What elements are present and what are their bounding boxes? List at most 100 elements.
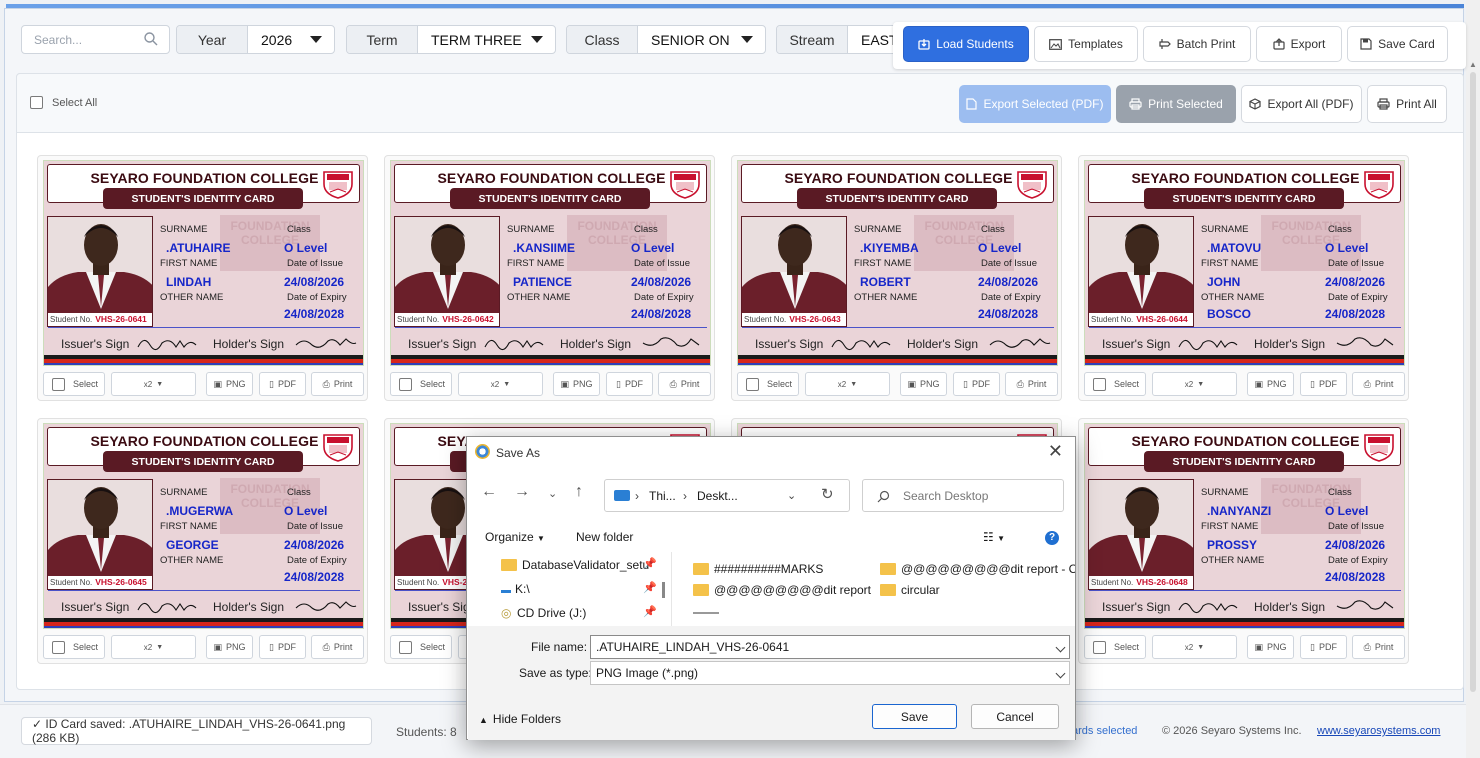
- card-select-checkbox[interactable]: Select: [390, 372, 452, 396]
- breadcrumb-this-pc[interactable]: Thi...: [649, 489, 676, 503]
- card-pdf-button[interactable]: ▯PDF: [1300, 372, 1347, 396]
- load-students-button[interactable]: Load Students: [903, 26, 1029, 62]
- up-arrow-icon[interactable]: ↑: [575, 483, 583, 501]
- address-bar[interactable]: › Thi... › Deskt... ⌄: [604, 479, 850, 512]
- hide-folders-toggle[interactable]: ▲ Hide Folders: [479, 712, 561, 726]
- export-selected-button[interactable]: Export Selected (PDF): [959, 85, 1111, 123]
- id-card-preview[interactable]: SEYARO FOUNDATION COLLEGE STUDENT'S IDENT…: [1084, 423, 1405, 629]
- file-item[interactable]: ##########MARKS: [693, 562, 823, 576]
- card-print-button[interactable]: ⎙Print: [1352, 372, 1405, 396]
- card-png-button[interactable]: ▣ PNG: [553, 372, 600, 396]
- card-png-button[interactable]: ▣ PNG: [1247, 635, 1294, 659]
- card-print-button[interactable]: ⎙Print: [311, 635, 364, 659]
- organize-menu[interactable]: Organize ▼: [485, 530, 545, 544]
- term-select[interactable]: TERM THREE: [418, 26, 555, 53]
- card-select-checkbox[interactable]: Select: [390, 635, 452, 659]
- copies-dropdown[interactable]: x2▼: [805, 372, 890, 396]
- card-select-box[interactable]: [746, 377, 759, 391]
- copies-dropdown[interactable]: x2▼: [111, 372, 196, 396]
- nav-item-k-drive[interactable]: ▬ K:\: [501, 582, 530, 596]
- save-button[interactable]: Save: [872, 704, 957, 729]
- year-select[interactable]: 2026: [248, 26, 334, 53]
- help-icon[interactable]: ?: [1045, 531, 1059, 545]
- search-input[interactable]: Search...: [21, 25, 170, 54]
- card-print-button[interactable]: ⎙Print: [658, 372, 711, 396]
- card-pdf-button[interactable]: ▯PDF: [1300, 635, 1347, 659]
- select-all-box[interactable]: [30, 96, 43, 109]
- export-button[interactable]: Export: [1256, 26, 1342, 62]
- new-folder-button[interactable]: New folder: [576, 530, 633, 544]
- select-all-label: Select All: [52, 96, 98, 109]
- card-png-button[interactable]: ▣ PNG: [1247, 372, 1294, 396]
- stream-filter[interactable]: Stream EAST: [776, 25, 906, 54]
- scroll-up-icon[interactable]: ▲: [1469, 60, 1477, 69]
- card-select-checkbox[interactable]: Select: [1084, 635, 1146, 659]
- card-print-button[interactable]: ⎙Print: [311, 372, 364, 396]
- card-select-checkbox[interactable]: Select: [43, 372, 105, 396]
- card-select-box[interactable]: [52, 640, 65, 654]
- print-selected-button[interactable]: Print Selected: [1116, 85, 1236, 123]
- window-scrollbar[interactable]: ▲: [1466, 0, 1480, 758]
- select-all-checkbox[interactable]: Select All: [30, 96, 97, 109]
- file-name-input[interactable]: .ATUHAIRE_LINDAH_VHS-26-0641: [590, 635, 1070, 659]
- id-card-preview[interactable]: SEYARO FOUNDATION COLLEGE STUDENT'S IDENT…: [390, 160, 711, 366]
- nav-scrollbar[interactable]: [662, 582, 665, 598]
- close-icon[interactable]: ✕: [1048, 441, 1063, 462]
- card-select-box[interactable]: [399, 377, 412, 391]
- card-pdf-button[interactable]: ▯PDF: [606, 372, 653, 396]
- card-print-button[interactable]: ⎙Print: [1005, 372, 1058, 396]
- card-png-button[interactable]: ▣ PNG: [900, 372, 947, 396]
- card-pdf-button[interactable]: ▯PDF: [953, 372, 1000, 396]
- id-card-preview[interactable]: SEYARO FOUNDATION COLLEGE STUDENT'S IDENT…: [737, 160, 1058, 366]
- file-item[interactable]: circular: [880, 583, 940, 597]
- copies-dropdown[interactable]: x2▼: [111, 635, 196, 659]
- chevron-down-icon[interactable]: [1055, 642, 1066, 653]
- id-card-preview[interactable]: SEYARO FOUNDATION COLLEGE STUDENT'S IDENT…: [1084, 160, 1405, 366]
- card-pdf-button[interactable]: ▯PDF: [259, 635, 306, 659]
- copies-dropdown[interactable]: x2▼: [1152, 372, 1237, 396]
- recent-locations-icon[interactable]: ⌄: [548, 487, 557, 500]
- copies-dropdown[interactable]: x2▼: [1152, 635, 1237, 659]
- image-icon: ▣: [560, 378, 569, 389]
- search-desktop-input[interactable]: Search Desktop: [862, 479, 1064, 512]
- card-png-button[interactable]: ▣ PNG: [206, 635, 253, 659]
- breadcrumb-desktop[interactable]: Deskt...: [697, 489, 738, 503]
- website-link[interactable]: www.seyarosystems.com: [1317, 725, 1440, 737]
- file-item[interactable]: @@@@@@@@@dit report: [693, 583, 871, 597]
- chevron-down-icon[interactable]: ⌄: [787, 489, 796, 502]
- export-all-button[interactable]: Export All (PDF): [1241, 85, 1362, 123]
- card-png-button[interactable]: ▣ PNG: [206, 372, 253, 396]
- copies-dropdown[interactable]: x2▼: [458, 372, 543, 396]
- scrollbar-thumb[interactable]: [1470, 72, 1476, 692]
- card-select-box[interactable]: [399, 640, 412, 654]
- forward-arrow-icon[interactable]: →: [514, 483, 530, 501]
- save-card-button[interactable]: Save Card: [1347, 26, 1448, 62]
- card-select-box[interactable]: [52, 377, 65, 391]
- nav-item-cd-drive[interactable]: ◎ CD Drive (J:): [501, 606, 586, 620]
- file-item[interactable]: @@@@@@@@@dit report - Cop: [880, 562, 1075, 576]
- nav-item-database[interactable]: DatabaseValidator_setu: [501, 558, 649, 572]
- print-all-button[interactable]: Print All: [1367, 85, 1447, 123]
- batch-print-button[interactable]: Batch Print: [1143, 26, 1251, 62]
- refresh-icon[interactable]: ↻: [821, 485, 834, 503]
- back-arrow-icon[interactable]: ←: [481, 483, 497, 501]
- view-options-icon[interactable]: ☷ ▼: [983, 530, 1005, 544]
- year-filter[interactable]: Year 2026: [176, 25, 335, 54]
- card-select-box[interactable]: [1093, 377, 1106, 391]
- card-select-box[interactable]: [1093, 640, 1106, 654]
- term-filter[interactable]: Term TERM THREE: [346, 25, 556, 54]
- templates-button[interactable]: Templates: [1034, 26, 1138, 62]
- class-select[interactable]: SENIOR ON: [638, 26, 765, 53]
- card-select-checkbox[interactable]: Select: [737, 372, 799, 396]
- pdf-icon: ▯: [616, 378, 621, 389]
- cancel-button[interactable]: Cancel: [971, 704, 1059, 729]
- id-card-preview[interactable]: SEYARO FOUNDATION COLLEGE STUDENT'S IDENT…: [43, 423, 364, 629]
- id-card-preview[interactable]: SEYARO FOUNDATION COLLEGE STUDENT'S IDENT…: [43, 160, 364, 366]
- card-pdf-button[interactable]: ▯PDF: [259, 372, 306, 396]
- class-filter[interactable]: Class SENIOR ON: [566, 25, 766, 54]
- save-type-select[interactable]: PNG Image (*.png): [590, 661, 1070, 685]
- horizontal-scrollbar[interactable]: [693, 612, 719, 614]
- card-select-checkbox[interactable]: Select: [43, 635, 105, 659]
- card-select-checkbox[interactable]: Select: [1084, 372, 1146, 396]
- card-print-button[interactable]: ⎙Print: [1352, 635, 1405, 659]
